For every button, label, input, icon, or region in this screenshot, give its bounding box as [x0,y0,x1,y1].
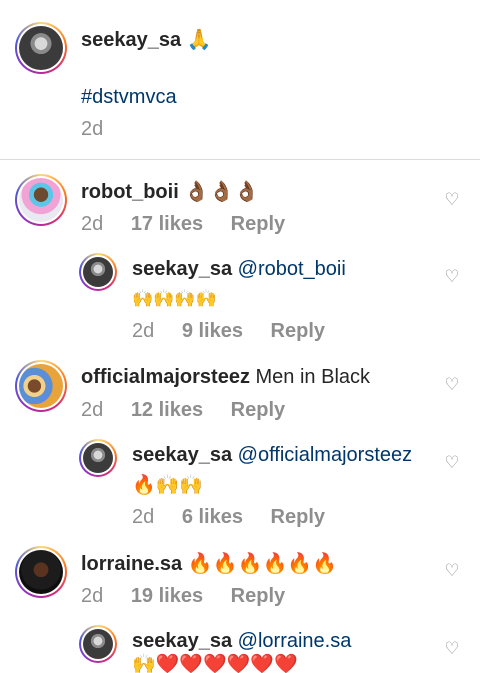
comment-time: 2d [81,585,104,607]
comment-line: robot_boii 👌🏾👌🏾👌🏾 [81,179,259,204]
comment-likes[interactable]: 12 likes [131,399,203,421]
caption-emoji: 🙏 [186,27,212,51]
comment-meta: 2d 17 likes Reply [81,212,307,236]
caption-username[interactable]: seekay_sa [81,29,181,51]
avatar[interactable] [15,22,67,74]
reply-time: 2d [132,506,155,528]
comment-meta: 2d 19 likes Reply [81,584,307,608]
reply-mention[interactable]: @officialmajorsteez [238,444,412,466]
comment-username[interactable]: lorraine.sa [81,553,182,575]
reply-mention[interactable]: @robot_boii [238,258,346,280]
heart-outline-icon[interactable]: ♡ [443,191,461,209]
reply-button[interactable]: Reply [231,585,285,607]
comment-username[interactable]: robot_boii [81,181,179,203]
comment-line: officialmajorsteez Men in Black [81,365,370,389]
comment-text: 👌🏾👌🏾👌🏾 [184,179,260,203]
reply-line: seekay_sa @lorraine.sa [132,629,351,653]
reply-meta: 2d 9 likes Reply [132,319,347,343]
heart-outline-icon[interactable]: ♡ [443,376,461,394]
comment-username[interactable]: officialmajorsteez [81,366,250,388]
avatar[interactable] [79,439,117,477]
reply-button[interactable]: Reply [271,506,325,528]
comment-meta: 2d 12 likes Reply [81,398,307,422]
avatar[interactable] [79,625,117,663]
heart-outline-icon[interactable]: ♡ [443,640,461,658]
reply-text: 🙌❤️❤️❤️❤️❤️❤️ [132,653,298,673]
caption-line: seekay_sa 🙏 [81,27,212,52]
avatar[interactable] [79,253,117,291]
reply-button[interactable]: Reply [231,399,285,421]
reply-button[interactable]: Reply [271,320,325,342]
heart-outline-icon[interactable]: ♡ [443,268,461,286]
reply-username[interactable]: seekay_sa [132,444,232,466]
reply-time: 2d [132,320,155,342]
comment-time: 2d [81,213,104,235]
reply-meta: 2d 6 likes Reply [132,505,347,529]
heart-outline-icon[interactable]: ♡ [443,454,461,472]
comment-time: 2d [81,399,104,421]
avatar[interactable] [15,546,67,598]
comment-text: 🔥🔥🔥🔥🔥🔥 [187,551,338,575]
reply-likes[interactable]: 9 likes [182,320,243,342]
avatar[interactable] [15,174,67,226]
reply-line: seekay_sa @robot_boii [132,257,346,281]
reply-text: 🔥🙌🙌 [132,474,203,496]
caption-time: 2d [81,118,104,140]
reply-likes[interactable]: 6 likes [182,506,243,528]
reply-text: 🙌🙌🙌🙌 [132,289,217,309]
avatar[interactable] [15,360,67,412]
reply-username[interactable]: seekay_sa [132,258,232,280]
comment-likes[interactable]: 19 likes [131,585,203,607]
reply-button[interactable]: Reply [231,213,285,235]
caption-hashtag[interactable]: #dstvmvca [81,85,177,109]
reply-username[interactable]: seekay_sa [132,630,232,652]
divider [0,159,480,160]
comment-likes[interactable]: 17 likes [131,213,203,235]
comment-line: lorraine.sa 🔥🔥🔥🔥🔥🔥 [81,551,337,576]
reply-mention[interactable]: @lorraine.sa [238,630,352,652]
reply-line: seekay_sa @officialmajorsteez [132,443,412,467]
heart-outline-icon[interactable]: ♡ [443,562,461,580]
comment-text: Men in Black [255,366,371,388]
